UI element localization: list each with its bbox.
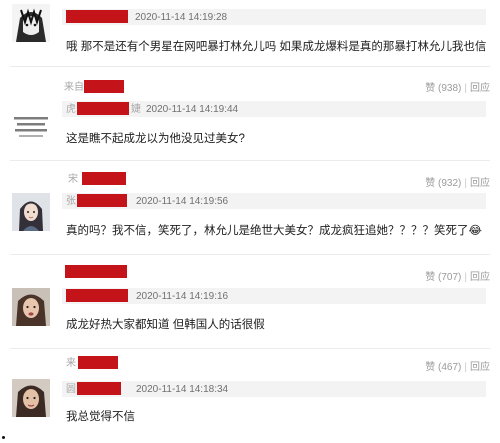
redacted-username: [66, 10, 128, 23]
source-prefix: 来自: [64, 82, 84, 93]
redacted-source: [65, 265, 127, 278]
reply-button[interactable]: 回应: [470, 271, 490, 284]
avatar-manga[interactable]: [12, 4, 50, 42]
redacted-username: [77, 194, 127, 207]
meta-bar: [62, 381, 486, 397]
divider: [10, 160, 490, 161]
reply-button[interactable]: 回应: [470, 361, 490, 374]
like-button[interactable]: 赞 (932): [425, 177, 461, 190]
comment-text: 成龙好热大家都知道 但韩国人的话很假: [66, 319, 265, 331]
redacted-source: [84, 80, 124, 93]
reply-button[interactable]: 回应: [470, 177, 490, 190]
username-initial: 张: [66, 196, 76, 207]
timestamp: 2020-11-14 14:19:56: [136, 196, 229, 207]
avatar-woman[interactable]: [12, 193, 50, 231]
divider: [10, 348, 490, 349]
redacted-username: [77, 102, 129, 115]
comment-text: 我总觉得不信: [66, 411, 135, 423]
redacted-source: [82, 172, 126, 185]
comment-text: 真的吗？我不信，笑死了，林允儿是绝世大美女？成龙疯狂追她？？？？笑死了😂: [66, 225, 482, 237]
redacted-source: [78, 356, 118, 369]
timestamp: 2020-11-14 14:19:16: [136, 291, 229, 302]
redacted-username: [66, 289, 128, 302]
bullet-dot: [2, 436, 5, 439]
timestamp: 2020-11-14 14:19:28: [135, 12, 228, 23]
timestamp: 2020-11-14 14:19:44: [146, 104, 239, 115]
reply-button[interactable]: 回应: [470, 82, 490, 95]
avatar-photo[interactable]: [12, 379, 50, 417]
comment-actions: 赞 (932) | 回应: [425, 177, 490, 190]
comment-actions: 赞 (938) | 回应: [425, 82, 490, 95]
timestamp: 2020-11-14 14:18:34: [136, 384, 229, 395]
comment-actions: 赞 (467) | 回应: [425, 361, 490, 374]
avatar-text[interactable]: [12, 106, 50, 144]
username-initial: 圆: [66, 384, 76, 395]
redacted-username: [77, 382, 121, 395]
like-button[interactable]: 赞 (467): [425, 361, 461, 374]
divider: [10, 254, 490, 255]
comment-text: 这是瞧不起成龙以为他没见过美女?: [66, 133, 245, 145]
divider: [10, 66, 490, 67]
like-button[interactable]: 赞 (707): [425, 271, 461, 284]
username-suffix: 婕: [131, 104, 141, 115]
comment-actions: 赞 (707) | 回应: [425, 271, 490, 284]
source-prefix: 宋: [68, 174, 78, 185]
like-button[interactable]: 赞 (938): [425, 82, 461, 95]
source-prefix: 来: [66, 358, 76, 369]
avatar-photo[interactable]: [12, 288, 50, 326]
username-initial: 虎: [66, 104, 76, 115]
comment-text: 哦 那不是还有个男星在网吧暴打林允儿吗 如果成龙爆料是真的那暴打林允儿我也信: [66, 41, 487, 53]
